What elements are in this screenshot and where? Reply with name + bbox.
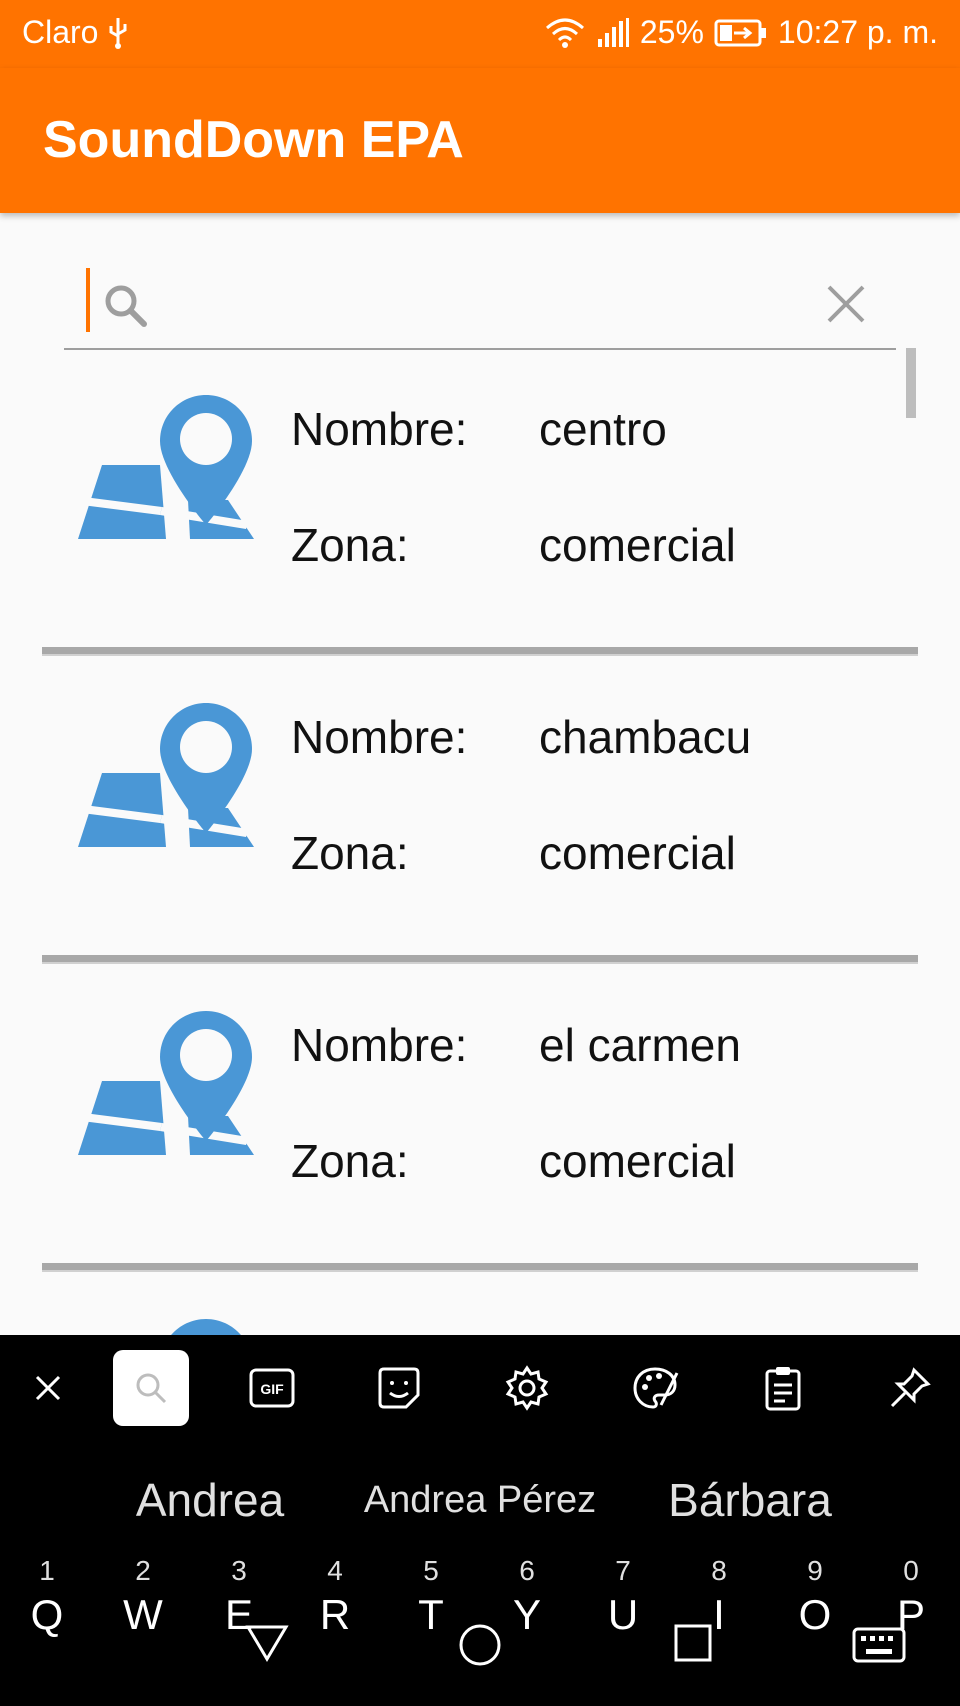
- key-letter: T: [418, 1591, 444, 1638]
- keyboard-search-icon[interactable]: [113, 1350, 189, 1426]
- zone-label: Zona:: [291, 1135, 409, 1187]
- zone-value: comercial: [539, 827, 736, 879]
- zone-label: Zona:: [291, 827, 409, 879]
- key-number: 4: [327, 1555, 343, 1586]
- map-location-icon: [78, 1319, 254, 1335]
- home-nav-icon[interactable]: [458, 1623, 502, 1672]
- suggestion-strip: Andrea Andrea Pérez Bárbara: [0, 1453, 960, 1543]
- key-w[interactable]: 2W: [113, 1555, 173, 1639]
- key-number: 3: [231, 1555, 247, 1586]
- sticker-icon[interactable]: [361, 1350, 437, 1426]
- name-value: chambacu: [539, 711, 752, 763]
- key-number: 7: [615, 1555, 631, 1586]
- search-bar[interactable]: [64, 262, 896, 350]
- keyboard-close-icon[interactable]: [10, 1350, 86, 1426]
- suggestion-1[interactable]: Andrea: [110, 1473, 310, 1527]
- battery-charging-icon: [714, 18, 768, 48]
- name-value: centro: [539, 403, 667, 455]
- search-input[interactable]: [156, 272, 780, 334]
- key-u[interactable]: 7U: [593, 1555, 653, 1639]
- zone-row: Zona: comercial: [291, 826, 736, 880]
- clear-search-icon[interactable]: [826, 284, 866, 329]
- key-number: 2: [135, 1555, 151, 1586]
- key-letter: Q: [30, 1591, 64, 1638]
- key-number: 1: [39, 1555, 55, 1586]
- keyboard-switch-icon[interactable]: [852, 1627, 906, 1668]
- zone-row: Zona: comercial: [291, 518, 736, 572]
- pin-icon[interactable]: [872, 1350, 948, 1426]
- name-row: Nombre: centro: [291, 402, 667, 456]
- usb-icon: [106, 16, 130, 50]
- name-label: Nombre:: [291, 403, 468, 455]
- map-location-icon: [78, 703, 254, 872]
- key-t[interactable]: 5T: [401, 1555, 461, 1639]
- key-number: 8: [711, 1555, 727, 1586]
- gif-label: GIF: [260, 1381, 284, 1397]
- keyboard-toolbar: GIF: [0, 1335, 960, 1439]
- key-q[interactable]: 1Q: [17, 1555, 77, 1639]
- map-location-icon: [78, 1011, 254, 1180]
- key-y[interactable]: 6Y: [497, 1555, 557, 1639]
- name-row: Nombre: chambacu: [291, 710, 751, 764]
- location-list: Nombre: centro Zona: comercial Nombre: cham…: [0, 350, 960, 1335]
- status-bar: Claro 25% 10:27 p. m.: [0, 0, 960, 68]
- name-value: el carmen: [539, 1019, 741, 1071]
- key-number: 6: [519, 1555, 535, 1586]
- battery-percent: 25%: [639, 14, 704, 50]
- name-row: Nombre: el carmen: [291, 1018, 741, 1072]
- signal-icon: [596, 17, 630, 49]
- key-number: 9: [807, 1555, 823, 1586]
- name-label: Nombre:: [291, 1019, 468, 1071]
- zone-label: Zona:: [291, 519, 409, 571]
- key-letter: W: [123, 1591, 163, 1638]
- back-nav-icon[interactable]: [245, 1623, 289, 1668]
- gif-icon[interactable]: GIF: [234, 1350, 310, 1426]
- app-title: SoundDown EPA: [43, 111, 464, 169]
- name-label: Nombre:: [291, 711, 468, 763]
- key-number: 0: [903, 1555, 919, 1586]
- key-letter: Y: [512, 1591, 541, 1638]
- key-o[interactable]: 9O: [785, 1555, 845, 1639]
- palette-icon[interactable]: [617, 1350, 693, 1426]
- map-location-icon: [78, 395, 254, 564]
- zone-value: comercial: [539, 519, 736, 571]
- list-item[interactable]: Nombre: chambacu Zona: comercial: [42, 658, 918, 966]
- key-letter: U: [607, 1591, 639, 1638]
- carrier-name: Claro: [22, 14, 99, 50]
- recents-nav-icon[interactable]: [673, 1623, 713, 1668]
- divider: [42, 647, 918, 656]
- clock: 10:27 p. m.: [777, 14, 938, 50]
- key-number: 5: [423, 1555, 439, 1586]
- wifi-icon: [544, 16, 586, 50]
- suggestion-3[interactable]: Bárbara: [640, 1473, 860, 1527]
- zone-value: comercial: [539, 1135, 736, 1187]
- zone-row: Zona: comercial: [291, 1134, 736, 1188]
- divider: [42, 1263, 918, 1272]
- key-r[interactable]: 4R: [305, 1555, 365, 1639]
- suggestion-2[interactable]: Andrea Pérez: [340, 1479, 620, 1522]
- divider: [42, 955, 918, 964]
- settings-icon[interactable]: [489, 1350, 565, 1426]
- clipboard-icon[interactable]: [745, 1350, 821, 1426]
- text-cursor: [86, 268, 90, 332]
- key-letter: R: [319, 1591, 351, 1638]
- list-item[interactable]: [42, 1274, 918, 1335]
- key-letter: O: [798, 1591, 832, 1638]
- search-icon: [102, 282, 150, 335]
- list-item[interactable]: Nombre: centro Zona: comercial: [42, 350, 918, 658]
- list-item[interactable]: Nombre: el carmen Zona: comercial: [42, 966, 918, 1274]
- app-bar: SoundDown EPA: [0, 68, 960, 213]
- on-screen-keyboard: GIF Andrea Andrea Pérez Bárbara 1Q 2W 3E…: [0, 1335, 960, 1706]
